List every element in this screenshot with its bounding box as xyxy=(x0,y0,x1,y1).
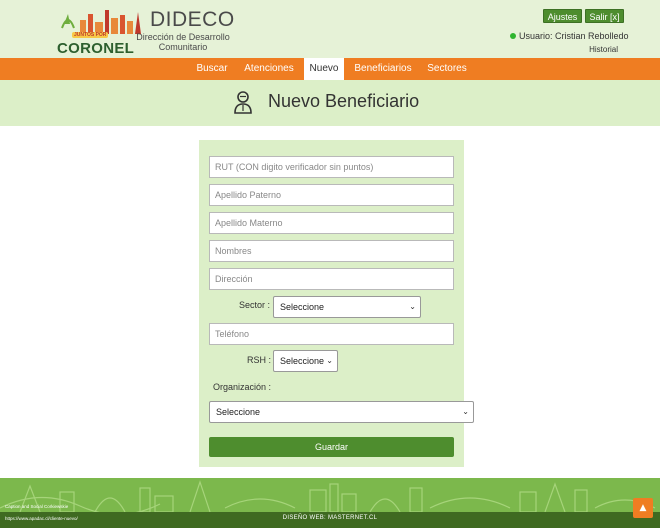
organizacion-select[interactable]: Seleccione ⌄ xyxy=(209,401,474,423)
organizacion-selected-value: Seleccione xyxy=(216,407,261,417)
footer-illustration: Caption and Social Corkiewskie xyxy=(0,478,660,512)
footer-caption: Caption and Social Corkiewskie xyxy=(5,504,69,509)
header: JUNTOS POR CORONEL DIDECO Dirección de D… xyxy=(0,0,660,58)
footer-skyline-icon xyxy=(0,480,656,512)
logo-tagline: JUNTOS POR xyxy=(72,32,109,38)
sector-select[interactable]: Seleccione ⌄ xyxy=(273,296,421,318)
rsh-label: RSH : xyxy=(247,355,272,365)
footer-credit[interactable]: DISEÑO WEB: MASTERNET.CL xyxy=(0,515,660,521)
coronel-logo[interactable]: JUNTOS POR CORONEL xyxy=(52,6,144,57)
chevron-down-icon: ⌄ xyxy=(326,356,333,365)
organizacion-label: Organización : xyxy=(213,382,272,392)
arrow-up-icon: ▲ xyxy=(639,503,647,513)
brand-subtitle: Dirección de Desarrollo Comunitario xyxy=(136,32,230,52)
nombres-input[interactable]: Nombres xyxy=(209,240,454,262)
logout-button[interactable]: Salir [x] xyxy=(585,9,624,23)
chevron-down-icon: ⌄ xyxy=(409,302,416,311)
online-status-icon xyxy=(510,33,516,39)
scroll-to-top-button[interactable]: ▲ xyxy=(633,498,653,518)
page-title: Nuevo Beneficiario xyxy=(268,91,420,111)
settings-button[interactable]: Ajustes xyxy=(543,9,582,23)
nav-item-buscar[interactable]: Buscar xyxy=(190,58,234,80)
direccion-input[interactable]: Dirección xyxy=(209,268,454,290)
footer-bar: https://www.apadac.cl/cliente-nuevo/ DIS… xyxy=(0,512,660,528)
nav-item-beneficiarios[interactable]: Beneficiarios xyxy=(348,58,418,80)
sector-selected-value: Seleccione xyxy=(280,302,325,312)
nav-item-sectores[interactable]: Sectores xyxy=(422,58,472,80)
apellido-paterno-input[interactable]: Apellido Paterno xyxy=(209,184,454,206)
history-link[interactable]: Historial xyxy=(589,45,618,54)
nav-item-nuevo[interactable]: Nuevo xyxy=(304,58,344,80)
nav-item-atenciones[interactable]: Atenciones xyxy=(238,58,300,80)
rsh-select[interactable]: Seleccione ⌄ xyxy=(273,350,338,372)
page-header: Nuevo Beneficiario xyxy=(0,80,660,126)
telefono-input[interactable]: Teléfono xyxy=(209,323,454,345)
rsh-selected-value: Seleccione xyxy=(280,356,325,366)
user-icon xyxy=(234,91,252,114)
user-status: Usuario: Cristian Rebolledo xyxy=(510,31,629,41)
main-nav: Buscar Atenciones Nuevo Beneficiarios Se… xyxy=(0,58,660,80)
save-button[interactable]: Guardar xyxy=(209,437,454,457)
rut-input[interactable]: RUT (CON digito verificador sin puntos) xyxy=(209,156,454,178)
logo-text: CORONEL xyxy=(57,40,135,57)
sector-label: Sector : xyxy=(239,300,271,310)
chevron-down-icon: ⌄ xyxy=(462,407,469,416)
apellido-materno-input[interactable]: Apellido Materno xyxy=(209,212,454,234)
brand-title: DIDECO xyxy=(150,8,235,31)
user-name: Usuario: Cristian Rebolledo xyxy=(519,31,629,41)
